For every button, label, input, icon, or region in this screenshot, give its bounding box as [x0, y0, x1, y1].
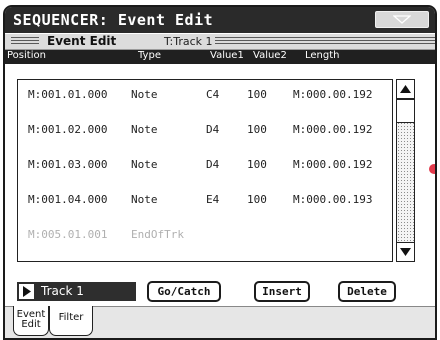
edge-marker-dot	[429, 164, 435, 174]
event-length: M:000.00.193	[293, 193, 373, 206]
event-position: M:001.01.000	[28, 88, 108, 101]
event-value1: D4	[206, 158, 220, 171]
insert-button[interactable]: Insert	[254, 281, 310, 302]
event-position: M:001.04.000	[28, 193, 108, 206]
event-row[interactable]: M:001.04.000 Note E4 100 M:000.00.193	[18, 191, 392, 211]
event-length: M:000.00.192	[293, 123, 373, 136]
event-value1: C4	[206, 88, 220, 101]
tab-filter[interactable]: Filter	[49, 306, 93, 336]
tab-strip: Event Edit Filter	[5, 306, 435, 338]
arrow-up-icon	[400, 85, 411, 93]
tab-event-edit[interactable]: Event Edit	[13, 306, 49, 336]
event-length: M:000.00.192	[293, 88, 373, 101]
col-position: Position	[7, 50, 46, 61]
event-row[interactable]: M:001.01.000 Note C4 100 M:000.00.192	[18, 86, 392, 106]
arrow-down-icon	[400, 248, 411, 256]
header-grip-right	[215, 37, 435, 46]
current-track-label: T:Track 1	[162, 35, 215, 48]
event-type: Note	[131, 123, 158, 136]
event-value1: E4	[206, 193, 220, 206]
event-position: M:005.01.001	[28, 228, 108, 241]
page-name: Event Edit	[43, 34, 121, 48]
page-header: Event Edit T:Track 1	[5, 34, 435, 50]
event-position: M:001.03.000	[28, 158, 108, 171]
col-value2: Value2	[253, 50, 287, 61]
track-selector-value: Track 1	[41, 284, 84, 298]
event-value1: D4	[206, 123, 220, 136]
event-value2: 100	[247, 88, 267, 101]
event-value2: 100	[247, 123, 267, 136]
event-row-end-of-track[interactable]: M:005.01.001 EndOfTrk	[18, 226, 392, 246]
event-type: Note	[131, 158, 158, 171]
page-menu-button[interactable]	[375, 11, 429, 28]
sequencer-screen: SEQUENCER: Event Edit Event Edit T:Track…	[3, 5, 437, 340]
go-catch-button[interactable]: Go/Catch	[147, 281, 221, 302]
event-list-scrollbar[interactable]	[396, 79, 415, 262]
menu-triangle-icon	[393, 15, 411, 24]
event-type: Note	[131, 193, 158, 206]
arrow-right-icon	[23, 286, 31, 297]
delete-button[interactable]: Delete	[338, 281, 396, 302]
col-type: Type	[138, 50, 161, 61]
scroll-down-button[interactable]	[397, 242, 414, 261]
event-row[interactable]: M:001.02.000 Note D4 100 M:000.00.192	[18, 121, 392, 141]
tab-event-edit-line2: Edit	[21, 319, 41, 330]
track-selector[interactable]: Track 1	[17, 282, 136, 301]
event-type: Note	[131, 88, 158, 101]
event-position: M:001.02.000	[28, 123, 108, 136]
event-list: M:001.01.000 Note C4 100 M:000.00.192 M:…	[17, 79, 393, 262]
event-value2: 100	[247, 158, 267, 171]
column-header-bar: Position Type Value1 Value2 Length	[5, 50, 435, 64]
scroll-thumb[interactable]	[397, 99, 414, 123]
tab-filter-label: Filter	[58, 312, 84, 323]
window-title: SEQUENCER: Event Edit	[13, 11, 214, 29]
event-value2: 100	[247, 193, 267, 206]
header-grip-left	[11, 37, 39, 46]
title-bar: SEQUENCER: Event Edit	[5, 7, 435, 33]
col-value1: Value1	[210, 50, 244, 61]
track-popup-arrow[interactable]	[19, 284, 34, 299]
scroll-up-button[interactable]	[397, 80, 414, 99]
event-type: EndOfTrk	[131, 228, 184, 241]
event-row[interactable]: M:001.03.000 Note D4 100 M:000.00.192	[18, 156, 392, 176]
event-length: M:000.00.192	[293, 158, 373, 171]
col-length: Length	[305, 50, 340, 61]
